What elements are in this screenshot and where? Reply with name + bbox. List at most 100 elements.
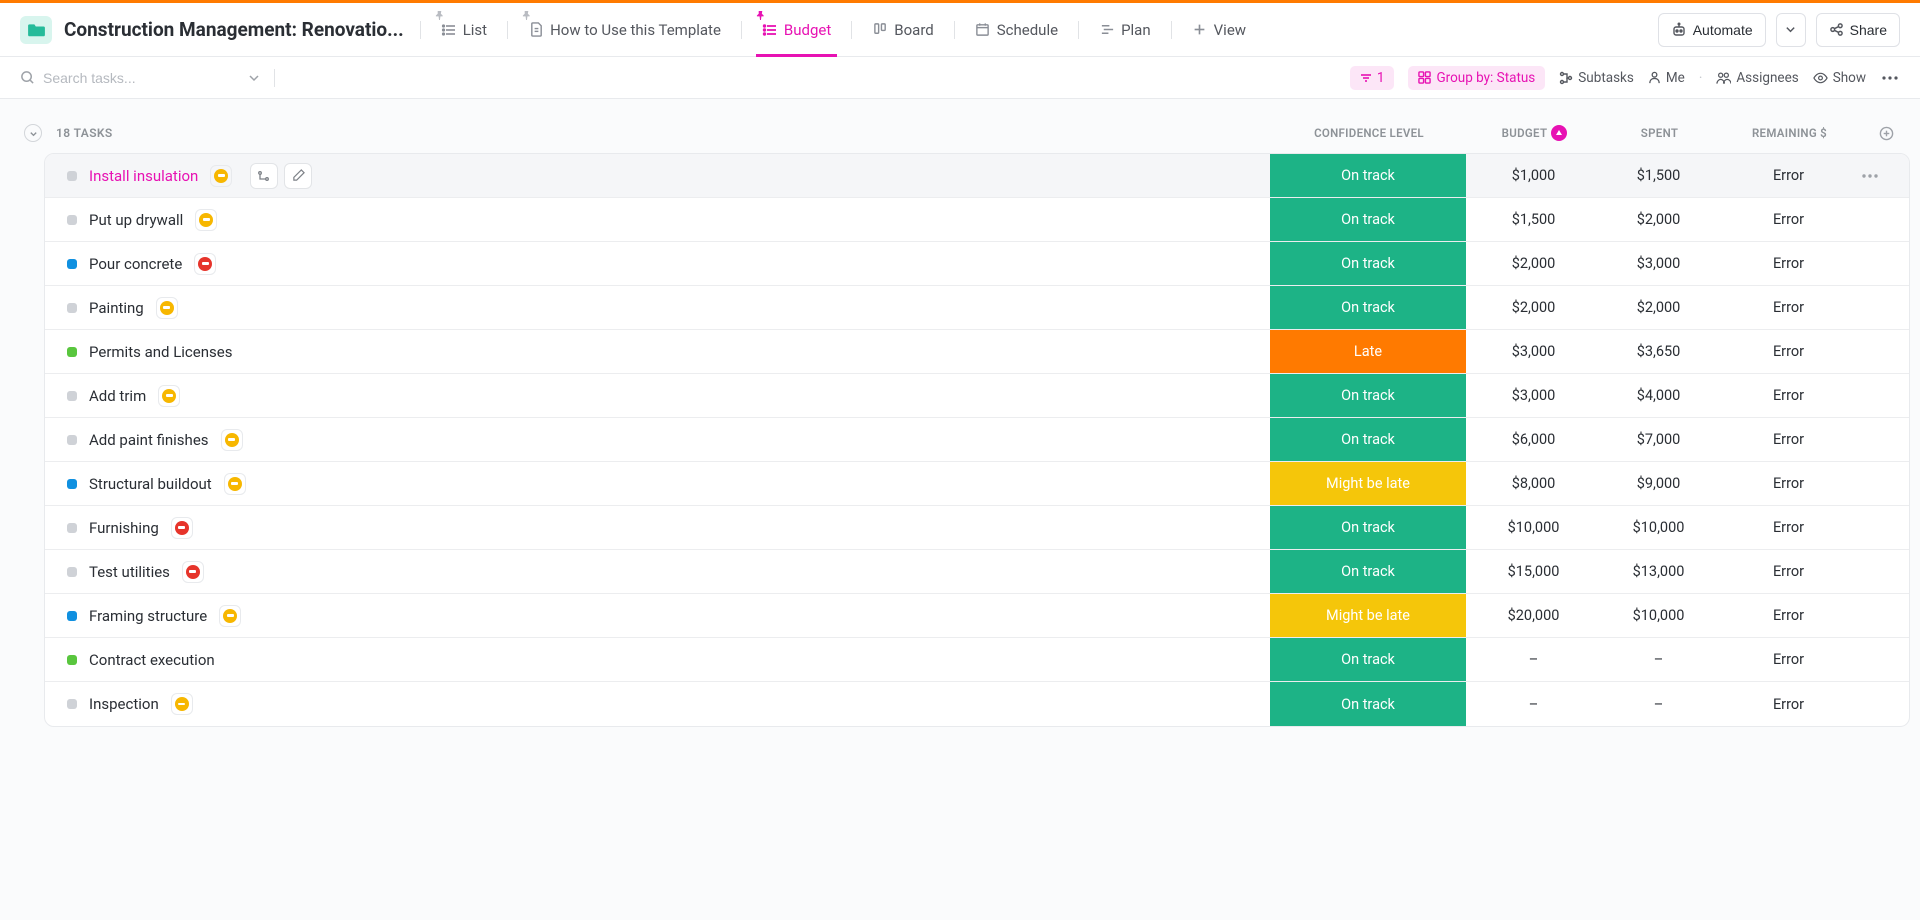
table-row[interactable]: ⋮⋮Permits and LicensesLate$3,000$3,650Er… bbox=[45, 330, 1909, 374]
confidence-cell[interactable]: On track bbox=[1270, 198, 1466, 241]
task-name[interactable]: Framing structure bbox=[89, 607, 207, 625]
remaining-cell[interactable]: Error bbox=[1716, 255, 1861, 272]
status-square[interactable] bbox=[67, 611, 77, 621]
subtask-icon[interactable] bbox=[250, 163, 278, 189]
remaining-cell[interactable]: Error bbox=[1716, 651, 1861, 668]
col-confidence[interactable]: CONFIDENCE LEVEL bbox=[1271, 126, 1467, 140]
budget-cell[interactable]: $1,500 bbox=[1466, 211, 1601, 228]
task-name[interactable]: Install insulation bbox=[89, 167, 198, 185]
remaining-cell[interactable]: Error bbox=[1716, 343, 1861, 360]
status-square[interactable] bbox=[67, 479, 77, 489]
status-square[interactable] bbox=[67, 655, 77, 665]
table-row[interactable]: ⋮⋮Contract executionOn track––Error bbox=[45, 638, 1909, 682]
confidence-cell[interactable]: On track bbox=[1270, 286, 1466, 329]
table-row[interactable]: ⋮⋮Add paint finishesOn track$6,000$7,000… bbox=[45, 418, 1909, 462]
budget-cell[interactable]: – bbox=[1466, 651, 1601, 668]
tab-budget[interactable]: Budget bbox=[750, 3, 843, 56]
remaining-cell[interactable]: Error bbox=[1716, 475, 1861, 492]
remaining-cell[interactable]: Error bbox=[1716, 299, 1861, 316]
confidence-cell[interactable]: On track bbox=[1270, 242, 1466, 285]
task-name[interactable]: Inspection bbox=[89, 695, 159, 713]
spent-cell[interactable]: $9,000 bbox=[1601, 475, 1716, 492]
remaining-cell[interactable]: Error bbox=[1716, 431, 1861, 448]
automate-button[interactable]: Automate bbox=[1658, 13, 1766, 47]
collapse-toggle[interactable] bbox=[24, 124, 42, 142]
confidence-cell[interactable]: On track bbox=[1270, 550, 1466, 593]
priority-badge[interactable] bbox=[182, 561, 204, 583]
remaining-cell[interactable]: Error bbox=[1716, 607, 1861, 624]
confidence-cell[interactable]: On track bbox=[1270, 638, 1466, 681]
priority-badge[interactable] bbox=[158, 385, 180, 407]
priority-badge[interactable] bbox=[210, 165, 232, 187]
spent-cell[interactable]: $2,000 bbox=[1601, 211, 1716, 228]
spent-cell[interactable]: $4,000 bbox=[1601, 387, 1716, 404]
edit-icon[interactable] bbox=[284, 163, 312, 189]
budget-cell[interactable]: $20,000 bbox=[1466, 607, 1601, 624]
status-square[interactable] bbox=[67, 215, 77, 225]
tab-how-to-use[interactable]: How to Use this Template bbox=[516, 3, 733, 56]
table-row[interactable]: ⋮⋮Add trimOn track$3,000$4,000Error bbox=[45, 374, 1909, 418]
table-row[interactable]: ⋮⋮Install insulationOn track$1,000$1,500… bbox=[45, 154, 1909, 198]
status-square[interactable] bbox=[67, 523, 77, 533]
priority-badge[interactable] bbox=[219, 605, 241, 627]
group-by-pill[interactable]: Group by: Status bbox=[1408, 66, 1545, 90]
status-square[interactable] bbox=[67, 347, 77, 357]
search-input[interactable] bbox=[43, 70, 223, 86]
priority-badge[interactable] bbox=[194, 253, 216, 275]
chevron-down-icon[interactable] bbox=[248, 72, 260, 84]
status-square[interactable] bbox=[67, 567, 77, 577]
budget-cell[interactable]: $2,000 bbox=[1466, 299, 1601, 316]
status-square[interactable] bbox=[67, 699, 77, 709]
share-button[interactable]: Share bbox=[1816, 13, 1900, 47]
priority-badge[interactable] bbox=[221, 429, 243, 451]
spent-cell[interactable]: $1,500 bbox=[1601, 167, 1716, 184]
col-spent[interactable]: SPENT bbox=[1602, 126, 1717, 140]
tab-board[interactable]: Board bbox=[860, 3, 945, 56]
confidence-cell[interactable]: Late bbox=[1270, 330, 1466, 373]
subtasks-button[interactable]: Subtasks bbox=[1559, 70, 1634, 86]
task-name[interactable]: Add paint finishes bbox=[89, 431, 209, 449]
spent-cell[interactable]: $3,650 bbox=[1601, 343, 1716, 360]
table-row[interactable]: ⋮⋮PaintingOn track$2,000$2,000Error bbox=[45, 286, 1909, 330]
priority-badge[interactable] bbox=[171, 517, 193, 539]
remaining-cell[interactable]: Error bbox=[1716, 387, 1861, 404]
status-square[interactable] bbox=[67, 435, 77, 445]
remaining-cell[interactable]: Error bbox=[1716, 563, 1861, 580]
status-square[interactable] bbox=[67, 259, 77, 269]
assignees-button[interactable]: Assignees bbox=[1716, 70, 1798, 86]
remaining-cell[interactable]: Error bbox=[1716, 696, 1861, 713]
spent-cell[interactable]: $2,000 bbox=[1601, 299, 1716, 316]
folder-icon[interactable] bbox=[20, 16, 52, 44]
spent-cell[interactable]: $13,000 bbox=[1601, 563, 1716, 580]
remaining-cell[interactable]: Error bbox=[1716, 167, 1861, 184]
table-row[interactable]: ⋮⋮Test utilitiesOn track$15,000$13,000Er… bbox=[45, 550, 1909, 594]
spent-cell[interactable]: $10,000 bbox=[1601, 519, 1716, 536]
more-icon[interactable] bbox=[1880, 68, 1900, 88]
task-name[interactable]: Contract execution bbox=[89, 651, 215, 669]
confidence-cell[interactable]: On track bbox=[1270, 154, 1466, 197]
spent-cell[interactable]: – bbox=[1601, 651, 1716, 668]
task-name[interactable]: Furnishing bbox=[89, 519, 159, 537]
confidence-cell[interactable]: Might be late bbox=[1270, 594, 1466, 637]
status-square[interactable] bbox=[67, 303, 77, 313]
col-remaining[interactable]: REMAINING $ bbox=[1717, 126, 1862, 140]
spent-cell[interactable]: $10,000 bbox=[1601, 607, 1716, 624]
tab-plan[interactable]: Plan bbox=[1087, 3, 1163, 56]
tab-add-view[interactable]: View bbox=[1180, 3, 1258, 56]
tab-list[interactable]: List bbox=[429, 3, 499, 56]
confidence-cell[interactable]: Might be late bbox=[1270, 462, 1466, 505]
budget-cell[interactable]: – bbox=[1466, 696, 1601, 713]
me-button[interactable]: Me bbox=[1648, 70, 1685, 86]
remaining-cell[interactable]: Error bbox=[1716, 519, 1861, 536]
budget-cell[interactable]: $6,000 bbox=[1466, 431, 1601, 448]
task-name[interactable]: Structural buildout bbox=[89, 475, 212, 493]
status-square[interactable] bbox=[67, 391, 77, 401]
filter-pill[interactable]: 1 bbox=[1350, 66, 1395, 90]
status-square[interactable] bbox=[67, 171, 77, 181]
confidence-cell[interactable]: On track bbox=[1270, 506, 1466, 549]
row-more-icon[interactable] bbox=[1861, 174, 1909, 178]
budget-cell[interactable]: $8,000 bbox=[1466, 475, 1601, 492]
spent-cell[interactable]: – bbox=[1601, 696, 1716, 713]
task-name[interactable]: Put up drywall bbox=[89, 211, 183, 229]
budget-cell[interactable]: $1,000 bbox=[1466, 167, 1601, 184]
